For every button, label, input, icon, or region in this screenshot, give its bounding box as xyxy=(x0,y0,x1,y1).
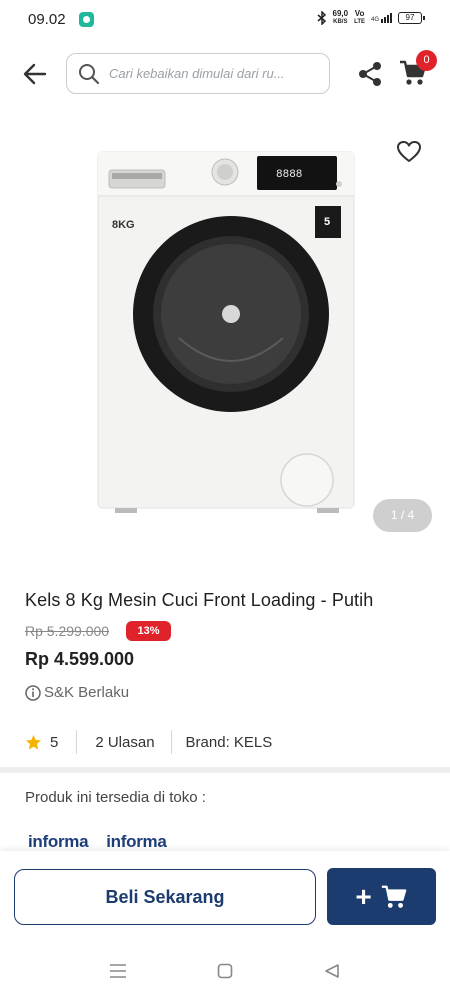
star-icon xyxy=(26,734,41,749)
store-logo[interactable]: informa xyxy=(28,832,89,852)
warranty-label: 5 xyxy=(324,216,330,228)
volte-bottom: LTE xyxy=(354,19,365,25)
action-bar: Beli Sekarang + xyxy=(0,851,450,941)
share-button[interactable] xyxy=(355,60,385,88)
product-image[interactable]: 8888 8KG 5 xyxy=(95,148,357,516)
current-price: Rp 4.599.000 xyxy=(25,649,135,669)
home-button[interactable] xyxy=(213,961,237,981)
triangle-back-icon xyxy=(325,964,339,978)
cart-icon xyxy=(381,885,406,908)
top-bar: 0 xyxy=(0,50,450,98)
signal-label: 4G xyxy=(370,17,379,23)
volte-indicator: Vo LTE xyxy=(354,10,365,26)
section-divider xyxy=(0,767,450,773)
notification-app-icon xyxy=(79,12,94,27)
battery-level: 97 xyxy=(405,13,415,22)
product-meta: 5 2 Ulasan Brand: KELS xyxy=(25,729,272,755)
store-availability-heading: Produk ini tersedia di toko : xyxy=(25,789,206,806)
image-counter: 1 / 4 xyxy=(373,499,432,532)
cart-count-badge: 0 xyxy=(416,50,437,71)
store-logo[interactable]: informa xyxy=(106,832,167,852)
product-title: Kels 8 Kg Mesin Cuci Front Loading - Put… xyxy=(25,590,374,610)
store-logos: informa informa xyxy=(28,832,167,852)
search-input[interactable] xyxy=(109,54,323,92)
wishlist-button[interactable] xyxy=(394,138,424,166)
heart-icon xyxy=(397,141,421,162)
menu-icon xyxy=(110,964,126,978)
discount-badge: 13% xyxy=(126,621,171,641)
bluetooth-icon xyxy=(317,11,326,25)
arrow-left-icon xyxy=(23,63,47,85)
info-icon xyxy=(25,684,41,701)
status-icons: 69,0 KB/S Vo LTE 4G 97 xyxy=(317,10,425,26)
status-bar: 09.02 69,0 KB/S Vo LTE 4G 97 xyxy=(0,0,450,40)
add-to-cart-button[interactable]: + xyxy=(327,868,436,925)
back-button[interactable] xyxy=(20,60,50,88)
share-icon xyxy=(359,62,381,86)
washing-machine-illustration: 8888 8KG 5 xyxy=(97,151,355,513)
brand-label[interactable]: Brand: KELS xyxy=(172,734,273,751)
review-count[interactable]: 2 Ulasan xyxy=(77,734,170,751)
rating: 5 xyxy=(25,734,76,751)
network-speed-value: 69,0 xyxy=(332,9,349,18)
search-box[interactable] xyxy=(66,53,330,94)
recent-apps-button[interactable] xyxy=(106,961,130,981)
network-speed: 69,0 KB/S xyxy=(333,10,349,26)
promo-terms[interactable]: S&K Berlaku xyxy=(25,684,129,701)
status-time: 09.02 xyxy=(28,11,66,28)
promo-terms-label: S&K Berlaku xyxy=(44,684,130,701)
machine-display-text: 8888 xyxy=(276,169,302,181)
machine-capacity-label: 8KG xyxy=(112,219,135,231)
buy-now-button[interactable]: Beli Sekarang xyxy=(14,869,316,925)
volte-top: Vo xyxy=(354,9,365,18)
plus-label: + xyxy=(355,880,372,912)
signal-icon: 4G xyxy=(371,13,392,23)
cart-button[interactable]: 0 xyxy=(398,50,437,90)
search-icon xyxy=(79,64,100,85)
battery-icon: 97 xyxy=(398,12,425,24)
original-price: Rp 5.299.000 xyxy=(25,623,110,639)
rating-value: 5 xyxy=(50,733,59,751)
system-nav-bar xyxy=(0,941,450,1000)
system-back-button[interactable] xyxy=(320,961,344,981)
network-speed-unit: KB/S xyxy=(333,19,348,25)
square-icon xyxy=(217,963,233,979)
